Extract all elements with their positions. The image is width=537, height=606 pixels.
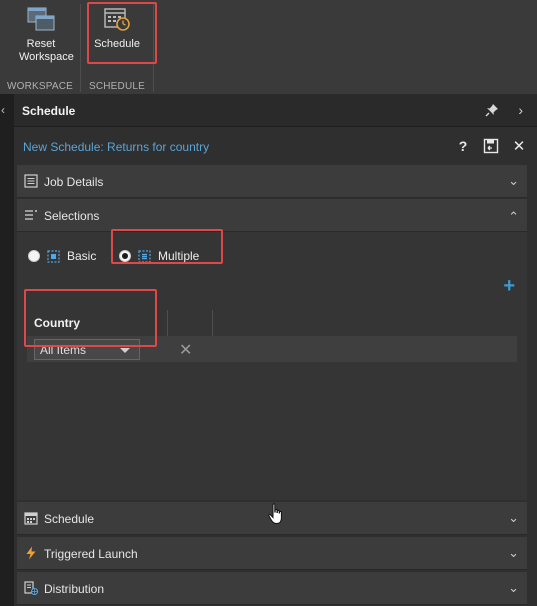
- schedule-button[interactable]: Schedule: [89, 4, 145, 51]
- chevron-up-icon[interactable]: ⌃: [508, 209, 519, 225]
- selection-grid: Country All Items ✕: [27, 310, 517, 362]
- basic-selection-icon: [47, 249, 60, 263]
- help-icon[interactable]: ?: [455, 138, 471, 154]
- workspace-group: Reset Workspace WORKSPACE: [0, 0, 80, 94]
- mode-basic-option[interactable]: Basic: [28, 247, 96, 265]
- schedule-panel: Schedule › New Schedule: Returns for cou…: [14, 94, 537, 606]
- section-distribution[interactable]: Distribution ⌄: [17, 572, 527, 605]
- schedule-group: Schedule SCHEDULE: [81, 0, 153, 94]
- chevron-down-icon[interactable]: ⌄: [508, 580, 519, 596]
- calendar-clock-icon: [104, 8, 130, 31]
- section-label: Selections: [44, 209, 100, 223]
- reset-workspace-icon: [27, 7, 55, 31]
- dropdown-value: All Items: [40, 343, 87, 357]
- schedule-name: New Schedule: Returns for country: [23, 140, 210, 154]
- job-details-icon: [24, 174, 38, 188]
- ribbon-divider: [153, 4, 154, 92]
- panel-collapse-icon[interactable]: ›: [518, 102, 523, 118]
- basic-radio[interactable]: [28, 250, 40, 262]
- selections-icon: [25, 210, 37, 220]
- multiple-selection-icon: [138, 249, 151, 263]
- lightning-icon: [26, 546, 36, 560]
- ribbon: Reset Workspace WORKSPACE Schedule SCHED…: [0, 0, 537, 94]
- mode-multiple-option[interactable]: Multiple: [119, 247, 199, 265]
- schedule-button-label: Schedule: [94, 38, 140, 50]
- section-label: Schedule: [44, 512, 95, 526]
- schedule-tools: ? ✕: [455, 137, 527, 155]
- panel-header: Schedule ›: [14, 94, 537, 127]
- multiple-radio[interactable]: [119, 250, 131, 262]
- country-column-header: Country: [34, 316, 80, 330]
- left-rail: ‹: [0, 94, 14, 606]
- close-icon[interactable]: ✕: [511, 137, 527, 155]
- multiple-label: Multiple: [158, 249, 200, 263]
- save-icon[interactable]: [483, 138, 499, 154]
- chevron-down-icon[interactable]: ⌄: [508, 173, 519, 189]
- basic-label: Basic: [67, 249, 97, 263]
- grid-divider: [212, 310, 213, 336]
- caret-down-icon: [120, 348, 130, 353]
- section-triggered-launch[interactable]: Triggered Launch ⌄: [17, 537, 527, 570]
- panel-title: Schedule: [22, 104, 76, 118]
- schedule-group-label: SCHEDULE: [88, 81, 146, 92]
- add-selection-icon[interactable]: +: [503, 276, 515, 296]
- chevron-down-icon[interactable]: ⌄: [508, 545, 519, 561]
- reset-workspace-button[interactable]: Reset Workspace: [8, 4, 74, 64]
- grid-divider: [167, 310, 168, 336]
- section-label: Triggered Launch: [44, 547, 138, 561]
- collapse-left-icon[interactable]: ‹: [1, 103, 5, 117]
- section-selections[interactable]: Selections ⌃: [17, 199, 527, 232]
- section-label: Distribution: [44, 582, 105, 596]
- country-dropdown[interactable]: All Items: [34, 339, 140, 360]
- chevron-down-icon[interactable]: ⌄: [508, 510, 519, 526]
- workspace-group-label: WORKSPACE: [6, 81, 74, 92]
- selections-body: Basic Multiple + Country All Items ✕: [17, 232, 527, 500]
- section-label: Job Details: [44, 175, 104, 189]
- section-job-details[interactable]: Job Details ⌄: [17, 165, 527, 198]
- hand-cursor-icon: [268, 503, 282, 525]
- distribution-icon: [24, 581, 38, 595]
- pin-icon[interactable]: [485, 103, 499, 117]
- remove-column-icon[interactable]: ✕: [179, 340, 192, 360]
- calendar-icon: [24, 512, 38, 525]
- reset-workspace-label: Reset Workspace: [19, 38, 74, 63]
- schedule-name-row: New Schedule: Returns for country ? ✕: [14, 130, 537, 160]
